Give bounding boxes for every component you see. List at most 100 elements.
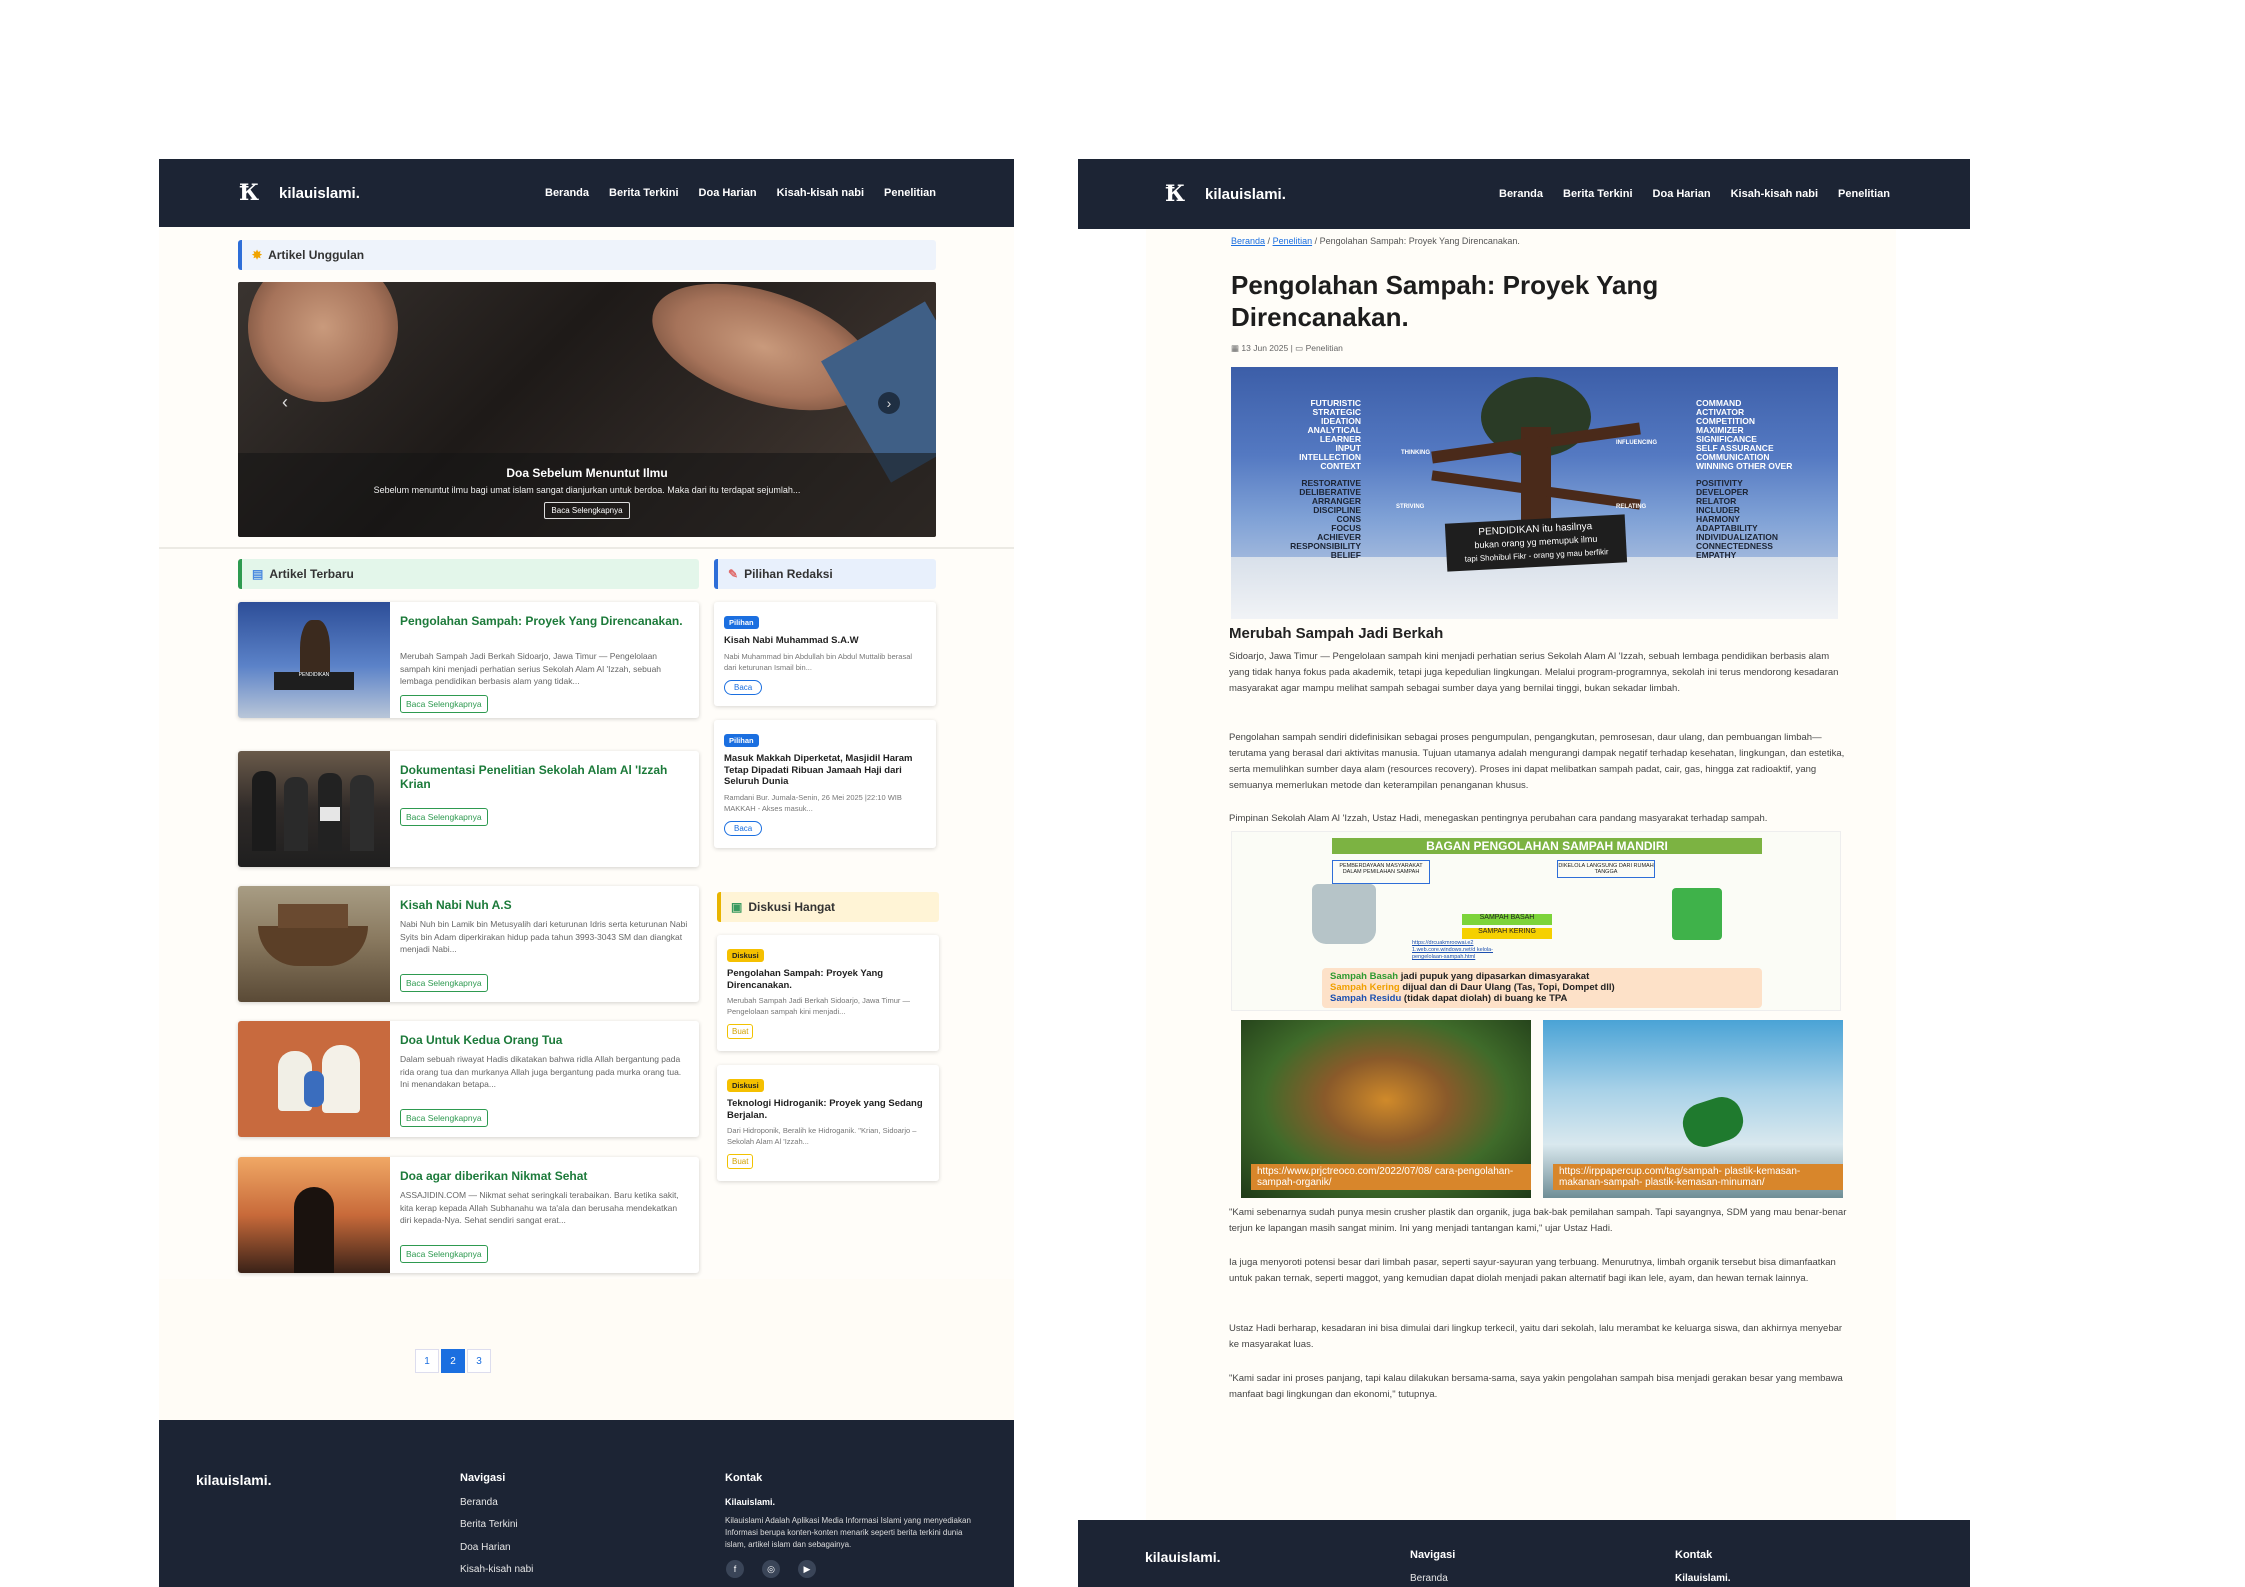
nav-berita-terkini[interactable]: Berita Terkini xyxy=(609,187,679,199)
hero-title: Doa Sebelum Menuntut Ilmu xyxy=(506,466,668,480)
article-paragraph: Ia juga menyoroti potensi besar dari lim… xyxy=(1229,1257,1836,1284)
read-more-button[interactable]: Baca Selengkapnya xyxy=(400,974,488,992)
footer-link[interactable]: Beranda xyxy=(1410,1573,1448,1584)
discuss-heading-label: Diskusi Hangat xyxy=(748,900,836,914)
page-2[interactable]: 2 xyxy=(441,1349,465,1373)
nav-penelitian[interactable]: Penelitian xyxy=(1838,188,1890,200)
footer-contact-heading: Kontak xyxy=(725,1472,763,1484)
trash-bin-icon xyxy=(1312,884,1376,944)
footer-link[interactable]: Berita Terkini xyxy=(460,1519,518,1530)
discussion-excerpt: Merubah Sampah Jadi Berkah Sidoarjo, Jaw… xyxy=(727,996,911,1016)
read-more-button[interactable]: Baca Selengkapnya xyxy=(400,1245,488,1263)
article-card[interactable]: PENDIDIKAN Pengolahan Sampah: Proyek Yan… xyxy=(238,602,699,718)
discussion-card[interactable]: Diskusi Pengolahan Sampah: Proyek Yang D… xyxy=(717,935,939,1051)
footer-contact-name: Kilauislami. xyxy=(725,1497,776,1507)
hero-carousel[interactable]: ‹ › Doa Sebelum Menuntut Ilmu Sebelum me… xyxy=(238,282,936,537)
photo-source-url[interactable]: https://www.prjctreoco.com/2022/07/08/ c… xyxy=(1251,1164,1531,1190)
article-thumbnail[interactable] xyxy=(238,751,390,867)
article-title[interactable]: Kisah Nabi Nuh A.S xyxy=(400,898,689,912)
featured-heading-label: Artikel Unggulan xyxy=(268,248,365,262)
facebook-icon[interactable]: f xyxy=(726,1560,744,1578)
article-card[interactable]: Dokumentasi Penelitian Sekolah Alam Al '… xyxy=(238,751,699,867)
mural-left-words: FUTURISTIC STRATEGIC IDEATION ANALYTICAL LEA… xyxy=(1299,398,1361,471)
featured-heading: ✸ Artikel Unggulan xyxy=(238,240,936,270)
mural-branch-label: INFLUENCING xyxy=(1616,440,1657,446)
discussion-button[interactable]: Buat xyxy=(727,1154,754,1169)
article-meta: ▦ 13 Jun 2025 | ▭ Penelitian xyxy=(1231,343,1343,353)
article-title[interactable]: Doa Untuk Kedua Orang Tua xyxy=(400,1033,689,1047)
nav-doa-harian[interactable]: Doa Harian xyxy=(699,187,757,199)
breadcrumb-beranda[interactable]: Beranda xyxy=(1231,236,1265,246)
page-3[interactable]: 3 xyxy=(467,1349,491,1373)
pick-card[interactable]: Pilihan Kisah Nabi Muhammad S.A.W Nabi M… xyxy=(714,602,936,706)
article-thumbnail[interactable] xyxy=(238,1157,390,1273)
article-card[interactable]: Doa agar diberikan Nikmat Sehat ASSAJIDI… xyxy=(238,1157,699,1273)
article-thumbnail[interactable]: PENDIDIKAN xyxy=(238,602,390,718)
pick-title[interactable]: Kisah Nabi Muhammad S.A.W xyxy=(724,635,926,647)
discussion-title[interactable]: Pengolahan Sampah: Proyek Yang Direncana… xyxy=(727,968,929,991)
footer-brand[interactable]: kilauislami. xyxy=(1145,1549,1220,1565)
pick-read-button[interactable]: Baca xyxy=(724,679,763,695)
instagram-icon[interactable]: ◎ xyxy=(762,1560,780,1578)
nav-kisah-nabi[interactable]: Kisah-kisah nabi xyxy=(777,187,864,199)
footer-link[interactable]: Doa Harian xyxy=(460,1542,511,1553)
mural-branch-label: RELATING xyxy=(1616,504,1647,510)
article-thumbnail[interactable] xyxy=(238,1021,390,1137)
pick-title[interactable]: Masuk Makkah Diperketat, Masjidil Haram … xyxy=(724,753,926,788)
nav-beranda[interactable]: Beranda xyxy=(545,187,589,199)
nav-links: Beranda Berita Terkini Doa Harian Kisah-… xyxy=(1499,188,1970,200)
discussion-card[interactable]: Diskusi Teknologi Hidroganik: Proyek yan… xyxy=(717,1065,939,1181)
discuss-heading: ▣ Diskusi Hangat xyxy=(717,892,939,922)
footer-link[interactable]: Beranda xyxy=(460,1497,498,1508)
diagram-link[interactable]: https://drcuakmroowai.e2 1.web.core.wind… xyxy=(1412,940,1522,961)
pagination: 1 2 3 xyxy=(415,1349,491,1373)
discussion-title[interactable]: Teknologi Hidroganik: Proyek yang Sedang… xyxy=(727,1098,929,1121)
discussion-badge: Diskusi xyxy=(727,949,764,962)
hero-read-more-button[interactable]: Baca Selengkapnya xyxy=(544,502,630,519)
article-paragraph: Sidoarjo, Jawa Timur — Pengelolaan sampa… xyxy=(1229,651,1839,694)
article-excerpt: Merubah Sampah Jadi Berkah Sidoarjo, Jaw… xyxy=(400,651,662,686)
article-thumbnail[interactable] xyxy=(238,886,390,1002)
article-subheading: Merubah Sampah Jadi Berkah xyxy=(1229,625,1444,642)
read-more-button[interactable]: Baca Selengkapnya xyxy=(400,695,488,713)
diagram-legend: Sampah Basah jadi pupuk yang dipasarkan … xyxy=(1322,968,1762,1008)
photo-source-url[interactable]: https://irppapercup.com/tag/sampah- plas… xyxy=(1553,1164,1843,1190)
nav-berita-terkini[interactable]: Berita Terkini xyxy=(1563,188,1633,200)
youtube-icon[interactable]: ▶ xyxy=(798,1560,816,1578)
site-brand[interactable]: kilauislami. xyxy=(1205,186,1286,203)
article-title[interactable]: Dokumentasi Penelitian Sekolah Alam Al '… xyxy=(400,763,689,791)
nav-doa-harian[interactable]: Doa Harian xyxy=(1653,188,1711,200)
pick-excerpt: Nabi Muhammad bin Abdullah bin Abdul Mut… xyxy=(724,651,913,672)
mural-branch-label: STRIVING xyxy=(1396,504,1425,510)
diagram-box: PEMBERDAYAAN MASYARAKAT DALAM PEMILAHAN … xyxy=(1332,860,1430,884)
discussion-button[interactable]: Buat xyxy=(727,1024,754,1039)
nav-kisah-nabi[interactable]: Kisah-kisah nabi xyxy=(1731,188,1818,200)
read-more-button[interactable]: Baca Selengkapnya xyxy=(400,1109,488,1127)
home-page: Ꝁ kilauislami. Beranda Berita Terkini Do… xyxy=(159,159,1014,1587)
article-card[interactable]: Kisah Nabi Nuh A.S Nabi Nuh bin Lamik bi… xyxy=(238,886,699,1002)
footer-contact-name: Kilauislami. xyxy=(1675,1573,1731,1584)
article-title[interactable]: Doa agar diberikan Nikmat Sehat xyxy=(400,1169,689,1183)
carousel-next-icon[interactable]: › xyxy=(878,392,900,414)
pick-read-button[interactable]: Baca xyxy=(724,820,763,836)
footer-contact-desc: Kilauislami Adalah Aplikasi Media Inform… xyxy=(725,1516,971,1549)
article-title[interactable]: Pengolahan Sampah: Proyek Yang Direncana… xyxy=(400,614,689,628)
site-logo-icon[interactable]: Ꝁ xyxy=(1165,181,1191,207)
carousel-prev-icon[interactable]: ‹ xyxy=(282,392,288,413)
footer-brand[interactable]: kilauislami. xyxy=(196,1472,271,1488)
footer-link[interactable]: Kisah-kisah nabi xyxy=(460,1564,533,1575)
article-paragraph: Pimpinan Sekolah Alam Al 'Izzah, Ustaz H… xyxy=(1229,813,1768,824)
page-1[interactable]: 1 xyxy=(415,1349,439,1373)
recycle-bin-icon xyxy=(1672,888,1722,940)
pick-card[interactable]: Pilihan Masuk Makkah Diperketat, Masjidi… xyxy=(714,720,936,848)
site-logo-icon[interactable]: Ꝁ xyxy=(239,180,265,206)
site-brand[interactable]: kilauislami. xyxy=(279,185,360,202)
pick-excerpt: Ramdani Bur. Jumala-Senin, 26 Mei 2025 |… xyxy=(724,792,902,813)
nav-penelitian[interactable]: Penelitian xyxy=(884,187,936,199)
picks-heading-label: Pilihan Redaksi xyxy=(744,567,833,581)
nav-beranda[interactable]: Beranda xyxy=(1499,188,1543,200)
article-card[interactable]: Doa Untuk Kedua Orang Tua Dalam sebuah r… xyxy=(238,1021,699,1137)
latest-heading-label: Artikel Terbaru xyxy=(269,567,354,581)
breadcrumb-penelitian[interactable]: Penelitian xyxy=(1273,236,1313,246)
read-more-button[interactable]: Baca Selengkapnya xyxy=(400,808,488,826)
